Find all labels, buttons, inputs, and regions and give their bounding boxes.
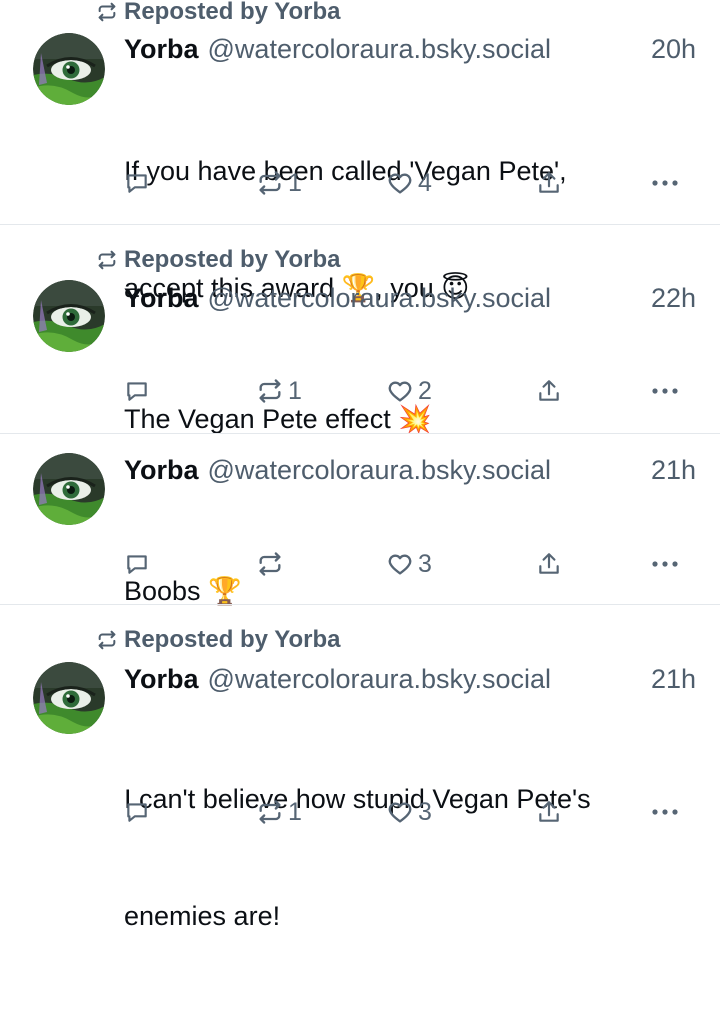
post-time[interactable]: 20h — [651, 34, 696, 65]
reply-button[interactable] — [124, 374, 154, 408]
author-name[interactable]: Yorba — [124, 34, 199, 65]
author-name[interactable]: Yorba — [124, 283, 199, 314]
repost-count: 1 — [288, 168, 302, 197]
post-actions: 1 3 — [120, 795, 690, 829]
post[interactable]: Reposted by Yorba Yorba @watercoloraura.… — [0, 225, 720, 434]
heart-icon — [388, 554, 412, 575]
share-button[interactable] — [536, 166, 562, 200]
avatar-image — [33, 453, 105, 525]
more-icon — [652, 388, 678, 394]
avatar-image — [33, 33, 105, 105]
repost-icon — [98, 2, 116, 22]
avatar[interactable] — [33, 33, 105, 105]
reply-button[interactable] — [124, 547, 154, 581]
author-handle[interactable]: @watercoloraura.bsky.social — [208, 664, 552, 695]
share-button[interactable] — [536, 795, 562, 829]
repost-button[interactable]: 1 — [256, 795, 302, 829]
repost-icon — [98, 250, 116, 270]
post-time[interactable]: 22h — [651, 283, 696, 314]
repost-indicator[interactable]: Reposted by Yorba — [96, 246, 341, 274]
reply-icon — [127, 174, 147, 193]
avatar[interactable] — [33, 453, 105, 525]
post[interactable]: Reposted by Yorba Yorba @watercoloraura.… — [0, 605, 720, 931]
like-button[interactable]: 4 — [386, 166, 432, 200]
repost-icon — [98, 630, 116, 650]
reply-button[interactable] — [124, 795, 154, 829]
author-line: Yorba @watercoloraura.bsky.social 20h — [124, 32, 696, 66]
repost-icon — [259, 800, 281, 824]
like-count: 3 — [418, 797, 432, 826]
like-count: 3 — [418, 549, 432, 578]
more-icon — [652, 561, 678, 567]
repost-button[interactable] — [256, 547, 288, 581]
reply-icon — [127, 803, 147, 822]
post-time[interactable]: 21h — [651, 664, 696, 695]
author-line: Yorba @watercoloraura.bsky.social 21h — [124, 662, 696, 696]
post-time[interactable]: 21h — [651, 455, 696, 486]
post-text: I can't believe how stupid Vegan Pete's … — [124, 702, 684, 1014]
repost-indicator[interactable]: Reposted by Yorba — [96, 0, 341, 26]
author-line: Yorba @watercoloraura.bsky.social 22h — [124, 281, 696, 315]
author-line: Yorba @watercoloraura.bsky.social 21h — [124, 453, 696, 487]
heart-icon — [388, 381, 412, 402]
post-actions: 1 4 — [120, 166, 690, 200]
author-name[interactable]: Yorba — [124, 664, 199, 695]
avatar[interactable] — [33, 662, 105, 734]
share-icon — [539, 553, 559, 574]
more-options-button[interactable] — [650, 547, 680, 581]
author-name[interactable]: Yorba — [124, 455, 199, 486]
repost-count: 1 — [288, 376, 302, 405]
repost-button[interactable]: 1 — [256, 374, 302, 408]
more-options-button[interactable] — [650, 795, 680, 829]
repost-button[interactable]: 1 — [256, 166, 302, 200]
more-options-button[interactable] — [650, 374, 680, 408]
heart-icon — [388, 802, 412, 823]
repost-count: 1 — [288, 797, 302, 826]
repost-label: Reposted by Yorba — [124, 626, 341, 653]
like-button[interactable]: 3 — [386, 547, 432, 581]
reply-icon — [127, 555, 147, 574]
like-count: 4 — [418, 168, 432, 197]
author-handle[interactable]: @watercoloraura.bsky.social — [208, 34, 552, 65]
share-icon — [539, 172, 559, 193]
more-icon — [652, 180, 678, 186]
more-options-button[interactable] — [650, 166, 680, 200]
post[interactable]: Yorba @watercoloraura.bsky.social 21h Bo… — [0, 434, 720, 606]
reply-icon — [127, 382, 147, 401]
avatar-image — [33, 662, 105, 734]
feed: Reposted by Yorba Yorba @watercoloraura.… — [0, 0, 720, 931]
share-icon — [539, 380, 559, 401]
share-icon — [539, 801, 559, 822]
repost-icon — [259, 379, 281, 403]
more-icon — [652, 809, 678, 815]
like-button[interactable]: 2 — [386, 374, 432, 408]
post-actions: 3 — [120, 547, 690, 581]
share-button[interactable] — [536, 374, 562, 408]
repost-icon — [259, 171, 281, 195]
heart-icon — [388, 173, 412, 194]
repost-indicator[interactable]: Reposted by Yorba — [96, 626, 341, 654]
like-button[interactable]: 3 — [386, 795, 432, 829]
like-count: 2 — [418, 376, 432, 405]
post[interactable]: Reposted by Yorba Yorba @watercoloraura.… — [0, 0, 720, 303]
avatar[interactable] — [33, 280, 105, 352]
post-text-line: enemies are! — [124, 901, 281, 931]
avatar-image — [33, 280, 105, 352]
author-handle[interactable]: @watercoloraura.bsky.social — [208, 283, 552, 314]
post-actions: 1 2 — [120, 374, 690, 408]
repost-label: Reposted by Yorba — [124, 0, 341, 25]
share-button[interactable] — [536, 547, 562, 581]
repost-icon — [259, 552, 281, 576]
repost-label: Reposted by Yorba — [124, 246, 341, 273]
reply-button[interactable] — [124, 166, 154, 200]
author-handle[interactable]: @watercoloraura.bsky.social — [208, 455, 552, 486]
